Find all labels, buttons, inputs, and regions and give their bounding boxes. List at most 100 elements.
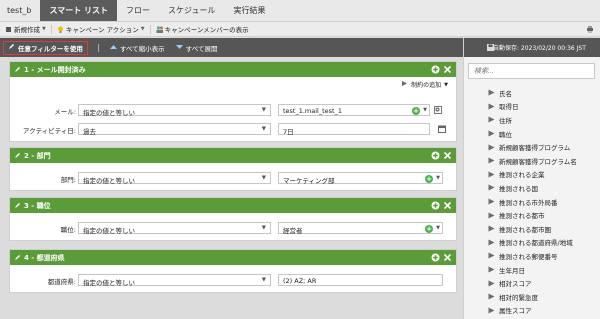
palette-field-label: 相対的緊急度 — [499, 293, 538, 302]
palette-field-label: 新規顧客獲得プログラム — [499, 144, 571, 153]
palette-field-item[interactable]: 推測される国 — [464, 181, 600, 195]
show-members-label: キャンペーンメンバーの表示 — [164, 26, 249, 34]
palette-field-item[interactable]: 推測される都市圏 — [464, 222, 600, 236]
close-icon[interactable] — [443, 65, 452, 74]
palette-field-item[interactable]: 生年月日 — [464, 263, 600, 277]
operator-select[interactable]: 指定の値と等しい ▼ — [78, 172, 271, 185]
palette-field-item[interactable]: 推測される都市 — [464, 208, 600, 222]
filter-title: 3 - 職位 — [24, 201, 51, 210]
campaign-action-menu[interactable]: キャンペーン アクション ▼ — [52, 24, 150, 34]
operator-select[interactable]: 指定の値と等しい ▼ — [78, 274, 271, 287]
palette-field-item[interactable]: 新規顧客獲得プログラム名 — [464, 154, 600, 168]
filter-field-icon — [488, 212, 495, 219]
filter-field-icon — [488, 280, 495, 287]
expand-all-button[interactable]: すべて展開 — [175, 43, 217, 53]
save-icon — [487, 44, 494, 53]
chevron-down-icon: ▼ — [261, 277, 266, 283]
new-label: 新規作成 — [14, 26, 40, 34]
filter-card-department: 2 - 部門 部門: 指定の値と等しい ▼ マーケティング部 + ▼ — [9, 147, 457, 191]
palette-field-label: 相対スコア — [499, 280, 532, 289]
tab-flow[interactable]: フロー — [117, 0, 159, 21]
palette-field-item[interactable]: 住所 — [464, 113, 600, 127]
add-value-icon[interactable]: + — [425, 174, 433, 183]
filter-card-prefecture: 4 - 都道府県 都道府県: 指定の値と等しい ▼ (2) AZ; AR — [9, 249, 457, 293]
palette-field-item[interactable]: 新規顧客獲得プログラム — [464, 140, 600, 154]
add-constraint-button[interactable]: 制約の追加 ▼ — [401, 80, 448, 89]
add-icon[interactable] — [431, 201, 440, 210]
filter-card-header[interactable]: 1 - メール開封済み — [10, 62, 456, 77]
field-list: 氏名 取得日 住所 職位 新規顧客獲得プログラム 新規顧客獲得プログラム名 推測される企業推… — [464, 86, 600, 317]
operator-value: 指定の値と等しい — [83, 278, 135, 287]
filter-row: 職位: 指定の値と等しい ▼ 経営者 + ▼ — [10, 222, 458, 235]
filter-row: 都道府県: 指定の値と等しい ▼ (2) AZ; AR — [10, 274, 458, 287]
palette-field-item[interactable]: 氏名 — [464, 86, 600, 100]
collapse-icon — [109, 44, 117, 52]
add-icon[interactable] — [431, 253, 440, 262]
close-icon[interactable] — [443, 253, 452, 262]
members-icon — [156, 25, 163, 33]
new-menu[interactable]: 新規作成 ▼ — [0, 24, 51, 34]
filter-card-header[interactable]: 2 - 部門 — [10, 148, 456, 163]
palette-field-item[interactable]: 推測される市外局番 — [464, 195, 600, 209]
palette-field-item[interactable]: 取得日 — [464, 100, 600, 114]
palette-field-label: 推測される市外局番 — [499, 198, 558, 207]
close-icon[interactable] — [443, 151, 452, 160]
palette-field-item[interactable]: 相対的緊急度 — [464, 290, 600, 304]
pencil-icon — [15, 66, 21, 74]
pencil-icon — [15, 152, 21, 160]
filter-title: 2 - 部門 — [24, 151, 51, 160]
palette-field-label: 推測される都市圏 — [499, 225, 551, 234]
palette-field-item[interactable]: 推測される都道府県/地域 — [464, 236, 600, 250]
filter-card-header[interactable]: 4 - 都道府県 — [10, 250, 456, 265]
palette-field-item[interactable]: 推測される企業 — [464, 168, 600, 182]
value-field[interactable]: (2) AZ; AR — [278, 274, 443, 286]
value-text: (2) AZ; AR — [283, 276, 317, 285]
chevron-down-icon: ▼ — [261, 175, 266, 181]
value-select[interactable]: 経営者 + ▼ — [278, 222, 443, 235]
palette-field-item[interactable]: 職位 — [464, 127, 600, 141]
value-field[interactable]: 7日 — [278, 123, 430, 136]
palette-field-item[interactable]: 推測される郵便番号 — [464, 249, 600, 263]
palette-field-label: 推測される郵便番号 — [499, 252, 558, 261]
add-value-icon[interactable]: + — [412, 106, 420, 115]
operator-value: 指定の値と等しい — [83, 226, 135, 235]
value-select[interactable]: マーケティング部 + ▼ — [278, 172, 443, 185]
palette-field-label: 職位 — [499, 130, 512, 139]
filter-card-header[interactable]: 3 - 職位 — [10, 198, 456, 213]
tab-smart-list[interactable]: スマート リスト — [40, 0, 117, 21]
filter-field-icon — [488, 130, 495, 137]
operator-select[interactable]: 指定の値と等しい ▼ — [78, 222, 271, 235]
collapse-all-button[interactable]: すべて縮小表示 — [109, 43, 165, 53]
add-icon[interactable] — [431, 65, 440, 74]
new-icon — [5, 26, 12, 33]
chevron-down-icon: ▼ — [261, 225, 266, 231]
main-toolbar: 新規作成 ▼ キャンペーン アクション ▼ キャンペーンメンバーの表示 — [0, 22, 600, 37]
palette-field-label: 新規顧客獲得プログラム名 — [499, 157, 577, 166]
filter-field-icon — [488, 144, 495, 151]
search-input[interactable] — [468, 63, 595, 79]
show-members-button[interactable]: キャンペーンメンバーの表示 — [151, 24, 254, 34]
filter-field-icon — [488, 116, 495, 123]
advanced-filter-button[interactable]: 任意フィルターを使用 — [3, 40, 88, 55]
add-icon[interactable] — [431, 151, 440, 160]
calendar-icon[interactable] — [438, 125, 446, 133]
value-select[interactable]: test_1.mail_test_1 + ▼ — [278, 104, 430, 116]
palette-field-label: 推測される企業 — [499, 171, 545, 180]
tab-results[interactable]: 実行結果 — [224, 0, 274, 21]
tab-program[interactable]: test_b — [0, 0, 40, 21]
picker-icon[interactable] — [434, 106, 442, 114]
toolbar-divider — [97, 43, 99, 52]
palette-field-item[interactable]: 属性スコア — [464, 304, 600, 318]
operator-select[interactable]: 過去 ▼ — [78, 123, 271, 136]
close-icon[interactable] — [443, 201, 452, 210]
filter-field-icon — [488, 103, 495, 110]
filter-field-icon — [488, 225, 495, 232]
advanced-filter-label: 任意フィルターを使用 — [18, 44, 83, 53]
pencil-icon — [15, 202, 21, 210]
operator-select[interactable]: 指定の値と等しい ▼ — [78, 104, 271, 117]
palette-field-item[interactable]: 相対スコア — [464, 276, 600, 290]
chevron-down-icon: ▼ — [140, 26, 145, 32]
print-icon[interactable] — [586, 25, 594, 33]
tab-schedule[interactable]: スケジュール — [159, 0, 224, 21]
add-value-icon[interactable]: + — [425, 224, 433, 233]
